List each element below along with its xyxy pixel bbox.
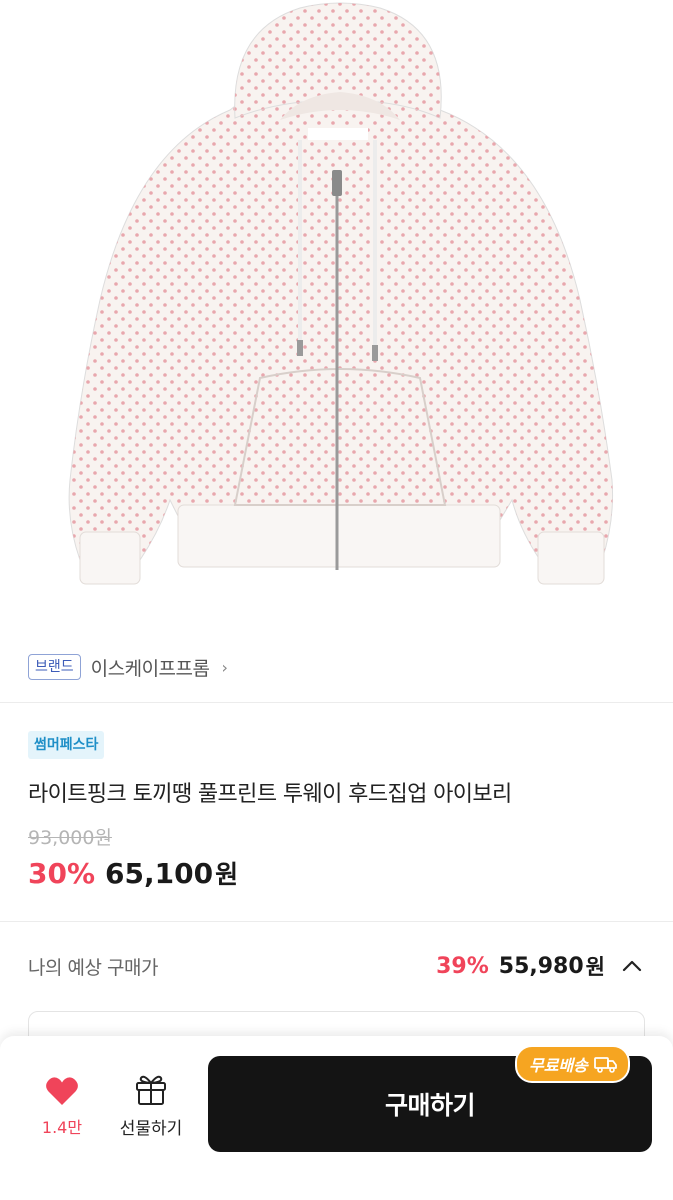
free-shipping-badge: 무료배송 [515,1045,630,1083]
expected-discount-rate: 39% [436,953,489,979]
like-button[interactable]: 1.4만 [30,1076,94,1146]
original-price: 93,000원 [28,827,112,849]
brand-name[interactable]: 이스케이프프롬 [91,654,210,681]
product-title: 라이트핑크 토끼땡 풀프린트 투웨이 후드집업 아이보리 [28,782,512,807]
chevron-up-icon[interactable] [621,955,643,977]
expected-price: 55,980 [498,953,584,979]
hoodie-illustration [68,2,614,585]
gift-button[interactable]: 선물하기 [108,1072,194,1146]
currency-label: 원 [585,955,605,979]
like-count: 1.4만 [41,1118,83,1137]
discount-rate: 30% [28,857,96,890]
brand-row[interactable]: 브랜드 이스케이프프롬 › [28,650,228,684]
buy-button-label: 구매하기 [384,1091,476,1120]
truck-icon [593,1057,617,1073]
product-image[interactable] [0,0,673,620]
currency-label: 원 [215,860,239,889]
brand-tag: 브랜드 [28,654,81,680]
expected-price-label: 나의 예상 구매가 [28,957,158,979]
promo-badge: 썸머페스타 [28,731,105,759]
divider [0,702,673,703]
expected-price-toggle[interactable]: 39% 55,980 원 [436,951,643,981]
free-shipping-label: 무료배송 [529,1056,588,1075]
chevron-right-icon: › [221,657,228,677]
sale-price: 65,100 [105,857,214,890]
heart-icon [46,1077,78,1105]
gift-icon [136,1075,166,1105]
gift-label: 선물하기 [119,1119,183,1139]
divider [0,921,673,922]
price-row: 30% 65,100 원 [28,855,238,891]
